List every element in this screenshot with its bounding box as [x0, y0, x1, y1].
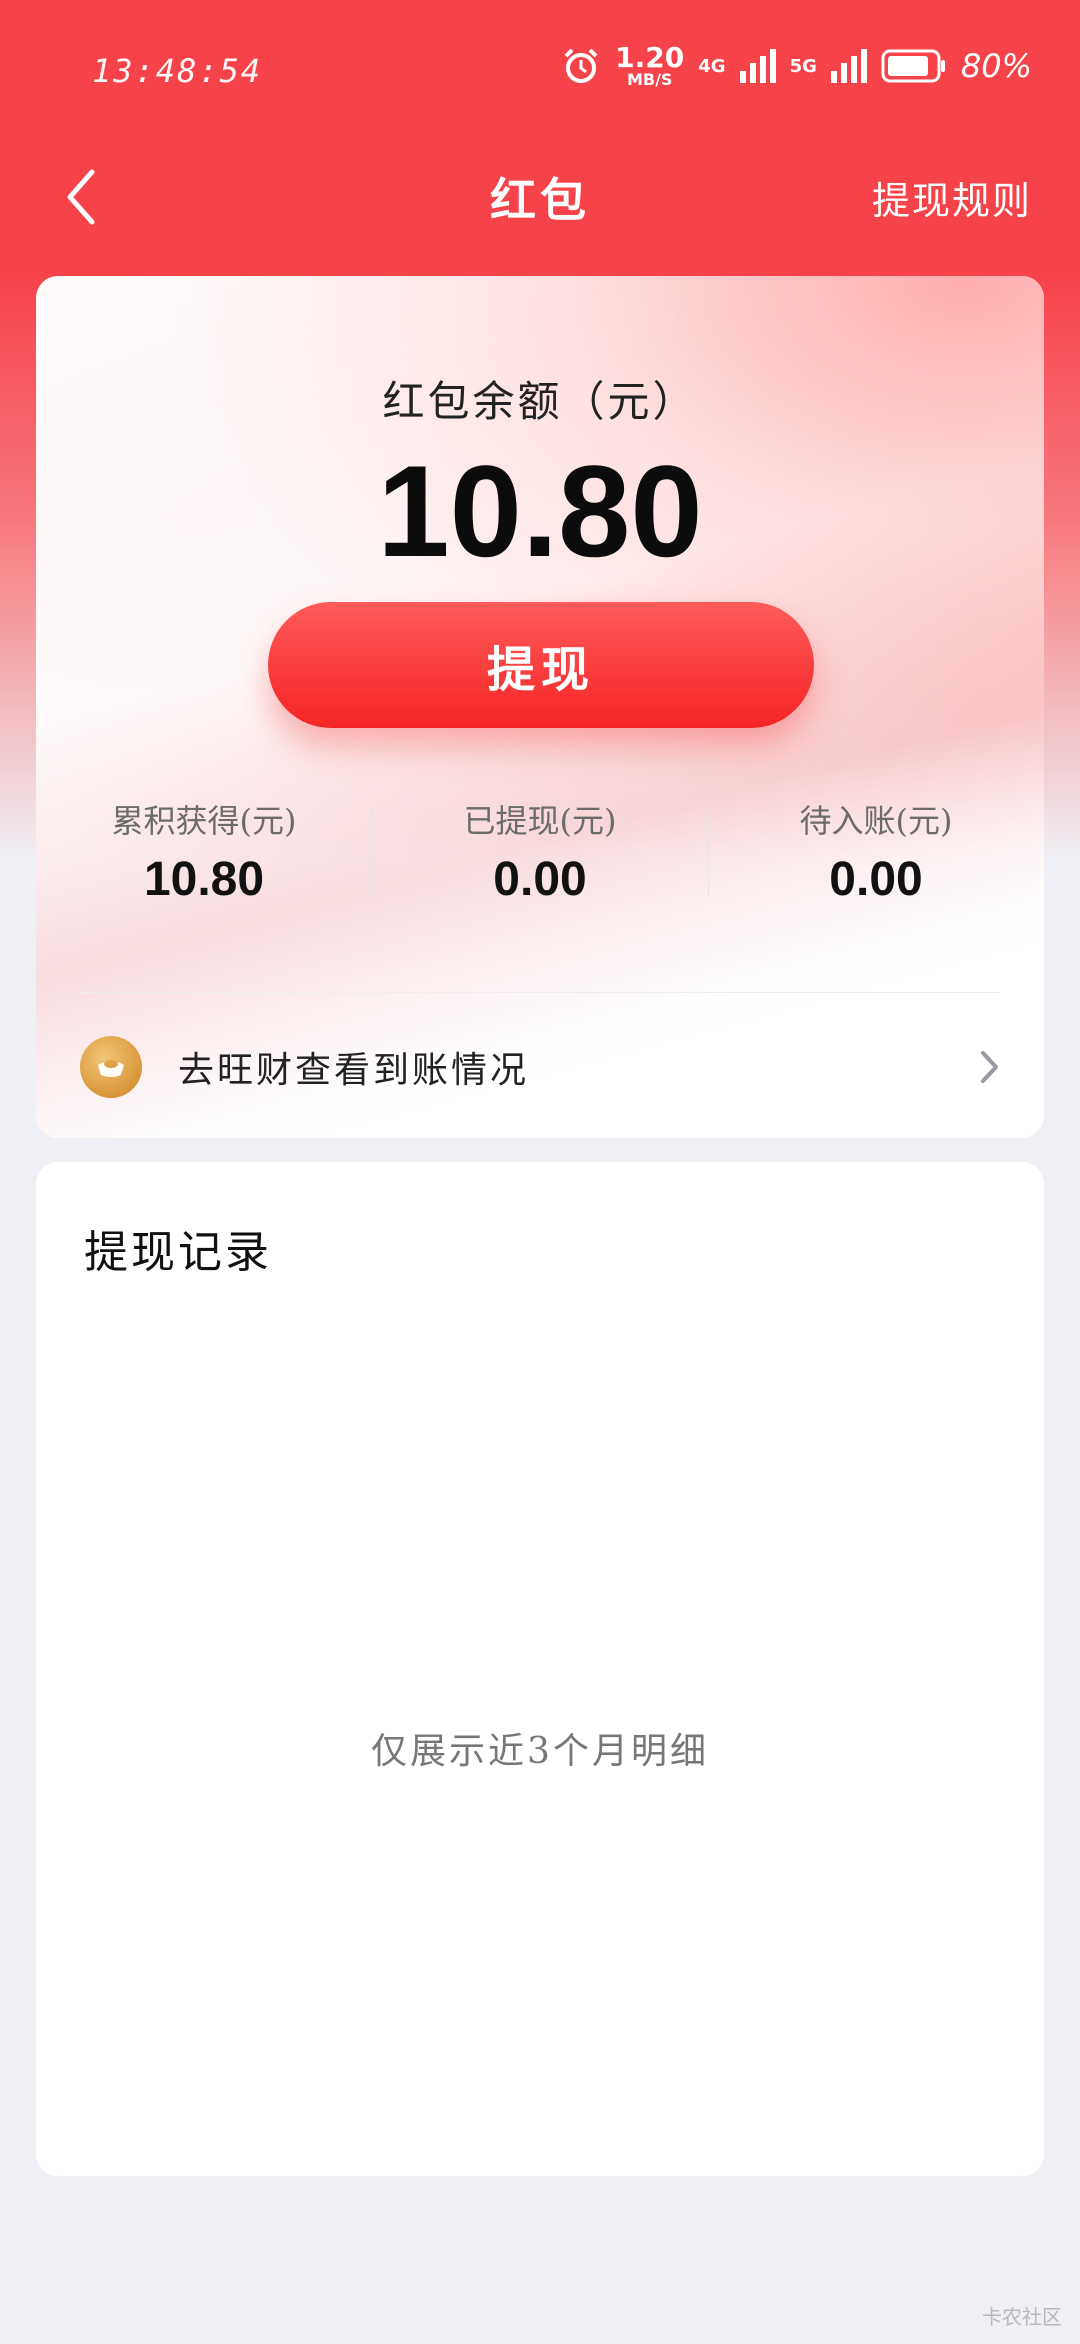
stat-label: 已提现(元)	[463, 802, 617, 840]
balance-stats: 累积获得(元) 10.80 已提现(元) 0.00 待入账(元) 0.00	[36, 796, 1044, 906]
check-arrival-label: 去旺财查看到账情况	[178, 1050, 530, 1091]
balance-label: 红包余额（元）	[382, 377, 698, 426]
status-time: 13:48:54	[92, 52, 263, 90]
stat-label: 累积获得(元)	[111, 802, 297, 840]
signal-4g-icon	[739, 49, 776, 83]
status-bar: 13:48:54 1.20 MB/S 4G 5G 80%	[0, 0, 1080, 140]
stat-withdrawn: 已提现(元) 0.00	[372, 796, 708, 906]
withdraw-rules-link[interactable]: 提现规则	[872, 170, 1032, 225]
stat-value: 0.00	[829, 853, 923, 906]
network-type-4g: 4G	[698, 55, 726, 77]
withdraw-button[interactable]: 提现	[268, 602, 814, 728]
stat-value: 10.80	[143, 853, 265, 906]
divider	[80, 992, 1000, 993]
network-speed: 1.20 MB/S	[615, 44, 684, 88]
records-empty-text: 仅展示近3个月明细	[371, 1731, 709, 1772]
records-title: 提现记录	[84, 1227, 272, 1278]
nav-bar: 红包 提现规则	[0, 140, 1080, 260]
gold-coin-icon	[80, 1036, 142, 1098]
chevron-right-icon	[981, 1051, 998, 1083]
status-icons: 1.20 MB/S 4G 5G 80%	[561, 44, 1032, 88]
stat-pending: 待入账(元) 0.00	[708, 796, 1044, 906]
signal-5g-icon	[830, 49, 867, 83]
balance-amount: 10.80	[377, 438, 703, 584]
withdraw-records-card: 提现记录 仅展示近3个月明细	[36, 1162, 1044, 2176]
balance-card: 红包余额（元） 10.80 提现 累积获得(元) 10.80 已提现(元) 0.…	[36, 276, 1044, 1138]
alarm-icon	[564, 48, 598, 83]
network-type-5g: 5G	[789, 55, 817, 77]
battery-percent: 80%	[960, 47, 1032, 85]
watermark: 卡农社区	[982, 2305, 1062, 2329]
stat-accumulated: 累积获得(元) 10.80	[36, 796, 372, 906]
network-speed-value: 1.20	[615, 41, 685, 74]
check-arrival-row[interactable]: 去旺财查看到账情况	[80, 1032, 1004, 1102]
battery-icon	[881, 49, 945, 83]
network-speed-unit: MB/S	[626, 70, 673, 89]
stat-value: 0.00	[493, 853, 587, 906]
stat-label: 待入账(元)	[799, 802, 953, 840]
